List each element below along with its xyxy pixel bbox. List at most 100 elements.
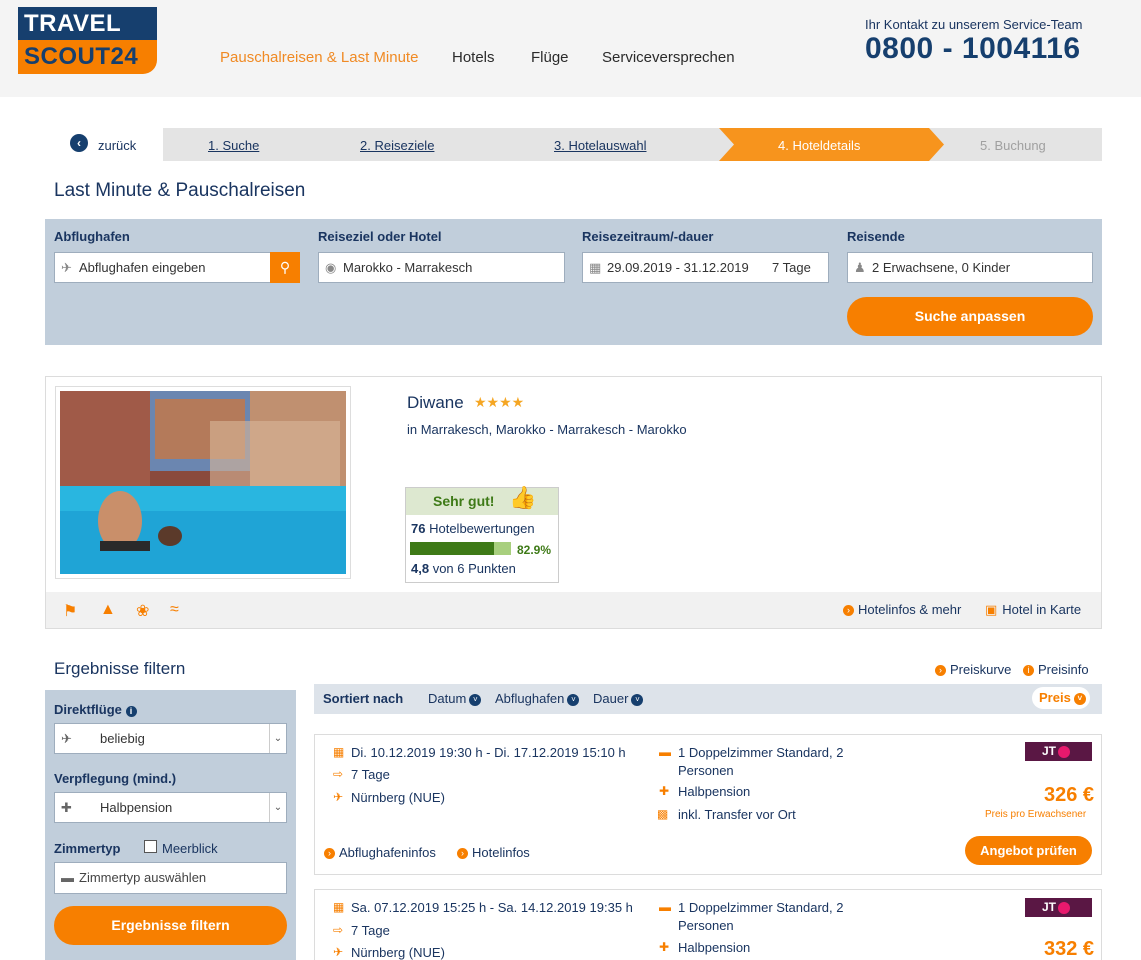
room-type-placeholder: Zimmertyp auswählen [79,870,207,885]
period-label: Reisezeitraum/-dauer [582,229,714,244]
back-arrow-icon[interactable]: ‹ [70,134,88,152]
offer-room-line1: 1 Doppelzimmer Standard, 2 [678,900,844,915]
hotel-info-offer-link[interactable]: › Hotelinfos [457,845,530,860]
destination-value: Marokko - Marrakesch [343,260,473,275]
sort-abflughafen[interactable]: Abflughafen ˅ [495,691,580,706]
sort-datum[interactable]: Datum ˅ [428,691,482,706]
hotel-map-link[interactable]: ▣ Hotel in Karte [985,602,1081,618]
check-offer-button[interactable]: Angebot prüfen [965,836,1092,865]
nav-fluege[interactable]: Flüge [531,49,569,66]
chevron-down-icon: ˅ [1073,692,1086,705]
offer-airport: Nürnberg (NUE) [351,790,445,805]
chevron-right-icon: › [843,605,854,617]
cutlery-icon: ✚ [659,784,670,798]
nav-serviceversprechen[interactable]: Serviceversprechen [602,49,735,66]
chevron-down-icon: ˅ [567,693,580,706]
operator-logo-icon [1058,901,1071,914]
sort-datum-label: Datum [428,691,467,706]
travelers-value: 2 Erwachsene, 0 Kinder [872,260,1011,275]
offer-dates: Sa. 07.12.2019 15:25 h - Sa. 14.12.2019 … [351,900,633,915]
logo-bottom-text: SCOUT24 [18,40,157,74]
airport-placeholder: Abflughafen eingeben [79,260,206,275]
seaview-label[interactable]: Meerblick [162,841,218,856]
offer-room-line2: Personen [678,763,734,778]
airport-input[interactable]: ✈ Abflughafen eingeben [54,252,271,283]
search-submit-button[interactable]: Suche anpassen [847,297,1093,336]
rating-box[interactable]: Sehr gut! 👍 76 Hotelbewertungen 82.9% 4,… [405,485,559,583]
hotel-info-link[interactable]: › Hotelinfos & mehr [843,602,961,617]
hotel-photo[interactable] [55,386,351,579]
board-select[interactable]: ✚ Halbpension ⌄ [54,792,287,823]
chevron-right-icon: › [457,848,468,860]
price-info-link[interactable]: i Preisinfo [1023,662,1089,677]
chevron-down-icon: ⌄ [269,793,286,822]
direct-flights-select[interactable]: ✈ beliebig ⌄ [54,723,287,754]
travelers-label: Reisende [847,229,905,244]
step-hoteldetails-label: 4. Hoteldetails [778,138,861,153]
contact-phone[interactable]: 0800 - 1004116 [865,32,1081,66]
offer-board: Halbpension [678,940,751,955]
sort-preis-active[interactable]: Preis ˅ [1032,687,1090,709]
offer-board: Halbpension [678,784,751,799]
car-icon: ▩ [657,807,669,821]
board-value: Halbpension [100,800,173,815]
step-buchung: 5. Buchung [980,138,1046,153]
direct-flights-value: beliebig [100,731,145,746]
recommend-bar-fill [410,542,494,555]
plane-icon: ✈ [61,260,72,275]
thumbs-up-icon: 👍 [509,485,537,510]
step-suche[interactable]: 1. Suche [208,138,259,153]
room-type-input[interactable]: ▬ Zimmertyp auswählen [54,862,287,894]
plane-icon: ✈ [61,731,72,746]
sort-dauer[interactable]: Dauer ˅ [593,691,644,706]
cutlery-icon: ✚ [659,940,670,954]
chevron-down-icon: ⌄ [269,724,286,753]
operator-name: JT [1042,744,1057,758]
travelscout24-logo[interactable]: TRAVEL SCOUT24 [18,7,157,74]
period-input[interactable]: ▦ 29.09.2019 - 31.12.2019 7 Tage [582,252,829,283]
price-curve-link[interactable]: › Preiskurve [935,662,1011,677]
info-icon[interactable]: i [125,706,137,717]
nav-pauschalreisen[interactable]: Pauschalreisen & Last Minute [220,49,418,66]
chevron-right-icon: › [935,665,946,677]
calendar-icon: ▦ [333,900,345,914]
filter-submit-button[interactable]: Ergebnisse filtern [54,906,287,945]
offer-room-line2: Personen [678,918,734,933]
offer-price-note: Preis pro Erwachsener [985,809,1087,820]
operator-logo-icon [1058,745,1071,758]
back-link[interactable]: zurück [98,138,136,153]
duration-value: 7 Tage [772,260,811,275]
hotel-stars: ★★★★ [474,394,525,410]
travelers-input[interactable]: ♟ 2 Erwachsene, 0 Kinder [847,252,1093,283]
room-label: Zimmertyp [54,841,121,856]
destination-input[interactable]: ◉ Marokko - Marrakesch [318,252,565,283]
offer-airport: Nürnberg (NUE) [351,945,445,960]
service-bell-icon: ▲ [100,601,116,618]
calendar-icon: ▦ [333,745,345,759]
price-info-label: Preisinfo [1038,662,1089,677]
direct-flights-label-text: Direktflüge [54,702,122,717]
step-reiseziele[interactable]: 2. Reiseziele [360,138,434,153]
airport-label: Abflughafen [54,229,130,244]
bed-icon: ▬ [659,900,671,914]
nav-hotels[interactable]: Hotels [452,49,495,66]
bed-icon: ▬ [61,870,74,885]
logo-top-text: TRAVEL [18,7,157,40]
hotel-name: Diwane [407,393,464,412]
offer-dates: Di. 10.12.2019 19:30 h - Di. 17.12.2019 … [351,745,626,760]
step-hotelauswahl[interactable]: 3. Hotelauswahl [554,138,647,153]
offer-price: 326 € [1044,784,1095,806]
offer-duration: 7 Tage [351,767,390,782]
person-icon: ♟ [854,260,866,275]
operator-badge: JT [1025,898,1092,917]
sort-abflughafen-label: Abflughafen [495,691,565,706]
hotel-location: in Marrakesch, Marokko - Marrakesch - Ma… [407,422,687,437]
step-hoteldetails: 4. Hoteldetails [719,128,944,161]
swimming-icon: ≈ [170,601,179,618]
airport-search-button[interactable]: ⚲ [270,252,300,283]
airport-info-link[interactable]: › Abflughafeninfos [324,845,436,860]
operator-badge: JT [1025,742,1092,761]
seaview-checkbox[interactable] [144,840,157,853]
duration-icon: ⇨ [333,767,344,781]
sort-label: Sortiert nach [323,691,404,706]
